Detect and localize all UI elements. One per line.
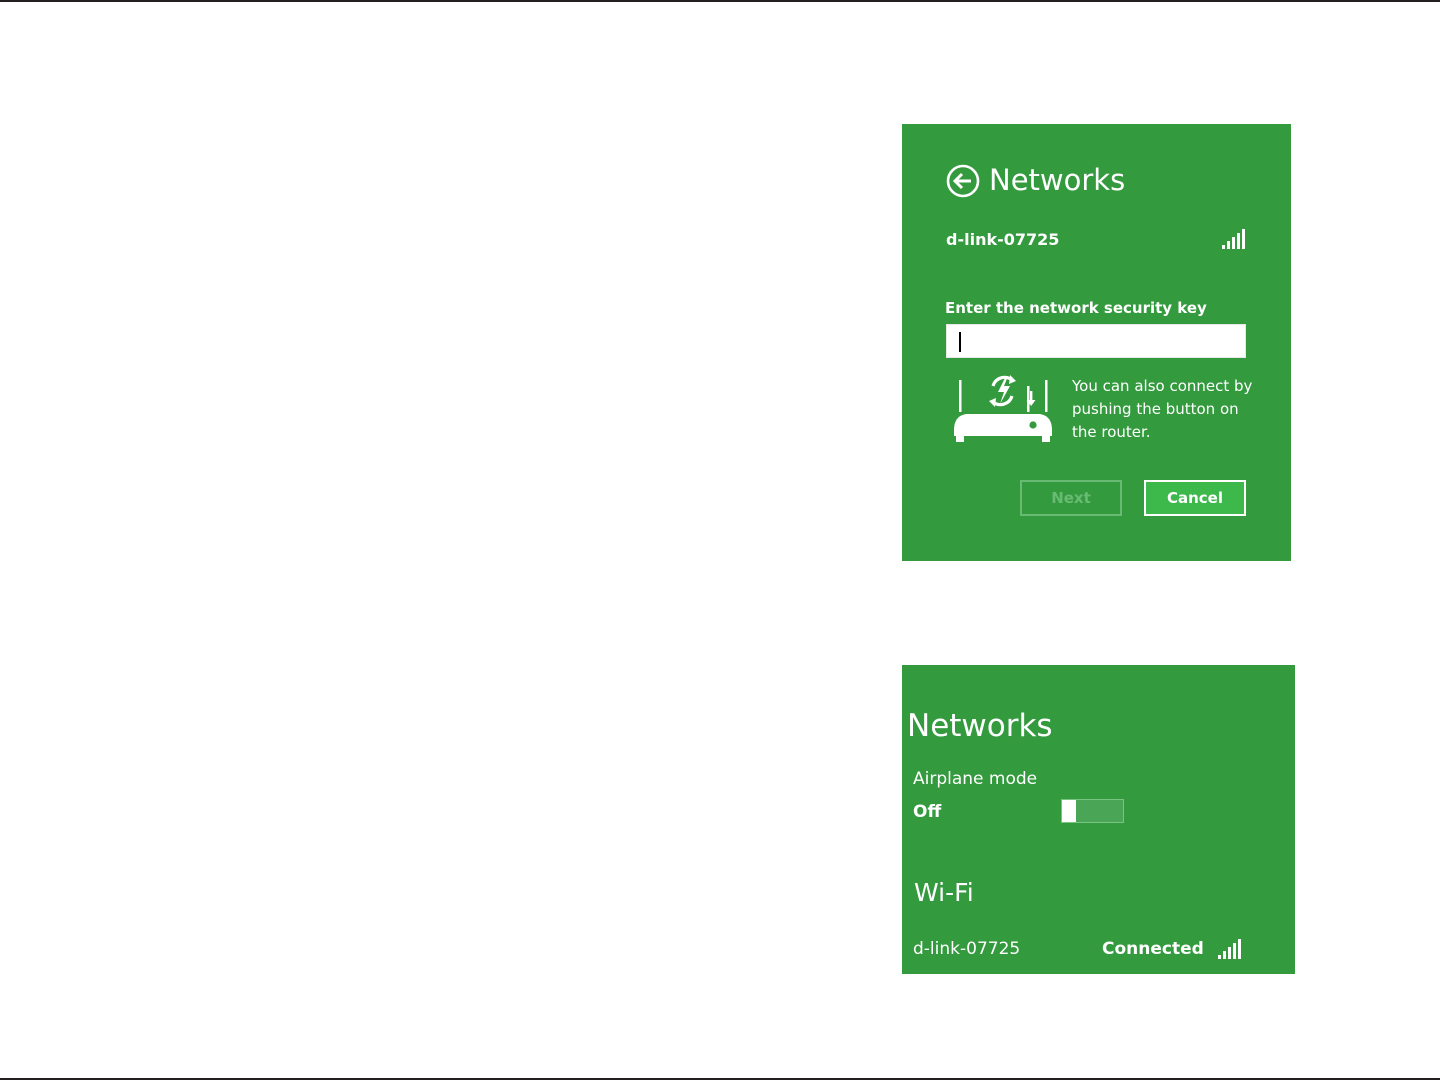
security-key-input[interactable] (946, 324, 1246, 358)
wifi-heading: Wi-Fi (914, 878, 974, 907)
text-cursor (959, 332, 961, 352)
toggle-thumb (1062, 800, 1076, 822)
network-list-item-name[interactable]: d-link-07725 (913, 937, 1020, 961)
airplane-mode-state: Off (913, 802, 942, 822)
network-status-panel: Networks Airplane mode Off Wi-Fi d-link-… (902, 665, 1295, 974)
cancel-button[interactable]: Cancel (1144, 480, 1246, 516)
panel-title: Networks (907, 708, 1053, 744)
signal-strength-icon (1222, 229, 1245, 249)
airplane-mode-label: Airplane mode (913, 769, 1038, 789)
back-arrow-circle-icon[interactable] (946, 164, 980, 198)
next-button[interactable]: Next (1020, 480, 1122, 516)
top-rule (0, 0, 1440, 2)
bottom-rule (0, 1078, 1440, 1080)
wps-hint-text: You can also connect by pushing the butt… (1072, 377, 1253, 441)
panel-title: Networks (989, 163, 1126, 197)
security-key-label: Enter the network security key (945, 299, 1207, 317)
wps-router-icon (954, 375, 1052, 442)
airplane-mode-toggle[interactable] (1061, 799, 1124, 823)
connection-status: Connected (1102, 939, 1204, 959)
signal-strength-icon (1218, 939, 1241, 959)
network-name: d-link-07725 (946, 230, 1060, 249)
network-connect-panel: Networks d-link-07725 Enter the network … (902, 124, 1291, 561)
